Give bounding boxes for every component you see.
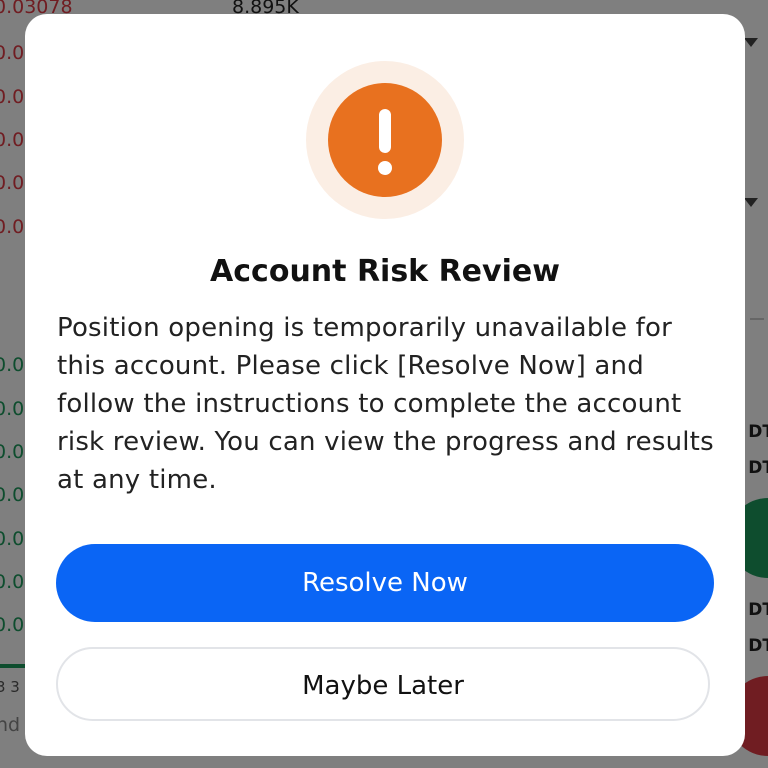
warning-icon-halo	[306, 61, 464, 219]
dialog-title: Account Risk Review	[210, 254, 560, 289]
exclamation-icon	[328, 83, 442, 197]
screen: 0.03078 8.895K 0.0 0.0 0.0 0.0 0.0 0.0 0…	[0, 0, 768, 768]
dialog-message: Position opening is temporarily unavaila…	[57, 313, 714, 495]
maybe-later-button[interactable]: Maybe Later	[56, 647, 710, 721]
risk-review-dialog: Account Risk Review Position opening is …	[25, 14, 745, 756]
exclamation-bar	[379, 109, 391, 153]
exclamation-dot	[378, 161, 392, 175]
resolve-now-button[interactable]: Resolve Now	[56, 544, 714, 622]
